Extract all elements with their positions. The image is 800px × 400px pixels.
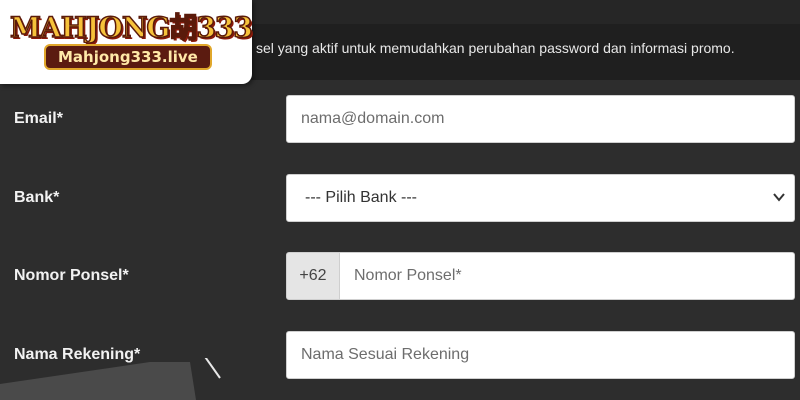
phone-field-wrapper <box>340 252 795 300</box>
site-logo: MAHJONG胡333 Mahjong333.live <box>0 0 254 84</box>
chevron-down-icon <box>773 193 785 202</box>
email-field-wrapper <box>286 95 795 143</box>
email-label: Email* <box>14 110 63 127</box>
phone-field[interactable] <box>340 253 794 299</box>
decorative-corner-shape <box>0 358 221 400</box>
registration-page: sel yang aktif untuk memudahkan perubaha… <box>0 0 800 400</box>
account-name-field-wrapper <box>286 331 795 379</box>
bank-select[interactable]: --- Pilih Bank --- <box>286 174 795 222</box>
logo-text: MAHJONG胡333 <box>9 10 253 45</box>
bank-label: Bank* <box>14 189 60 206</box>
phone-label: Nomor Ponsel* <box>14 267 129 284</box>
bank-select-value: --- Pilih Bank --- <box>305 189 418 206</box>
logo-domain-badge: Mahjong333.live <box>44 44 212 70</box>
phone-country-prefix: +62 <box>286 252 340 300</box>
notice-text: sel yang aktif untuk memudahkan perubaha… <box>256 40 735 56</box>
account-name-field[interactable] <box>287 332 794 378</box>
email-field[interactable] <box>287 96 794 142</box>
